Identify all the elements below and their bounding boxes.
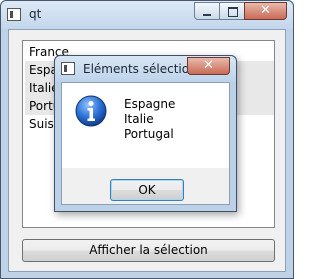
dialog-window-icon [61,62,75,75]
dialog-message: Espagne Italie Portugal [124,97,175,142]
close-button[interactable]: ✕ [244,2,287,20]
close-icon: ✕ [203,58,214,73]
dialog-client-area: Espagne Italie Portugal OK [61,82,230,205]
main-title-bar[interactable]: qt ✕ [1,1,293,29]
selection-dialog: Eléments sélectio... ✕ Espagne Italie Po… [54,55,237,212]
close-icon: ✕ [260,3,271,18]
message-line: Italie [124,112,154,126]
dialog-title-bar[interactable]: Eléments sélectio... ✕ [55,56,236,82]
caption-buttons: ✕ [194,2,287,20]
message-line: Espagne [124,97,176,111]
info-icon [75,95,107,127]
dialog-message-area: Espagne Italie Portugal [62,83,229,168]
ok-button[interactable]: OK [110,179,184,201]
minimize-button[interactable] [194,2,219,20]
dialog-title: Eléments sélectio... [83,62,201,76]
main-window-title: qt [29,7,42,21]
show-selection-button[interactable]: Afficher la sélection [22,239,275,262]
maximize-button[interactable] [219,2,244,20]
app-window-icon [7,8,21,21]
dialog-close-button[interactable]: ✕ [187,57,230,75]
message-line: Portugal [124,127,174,141]
